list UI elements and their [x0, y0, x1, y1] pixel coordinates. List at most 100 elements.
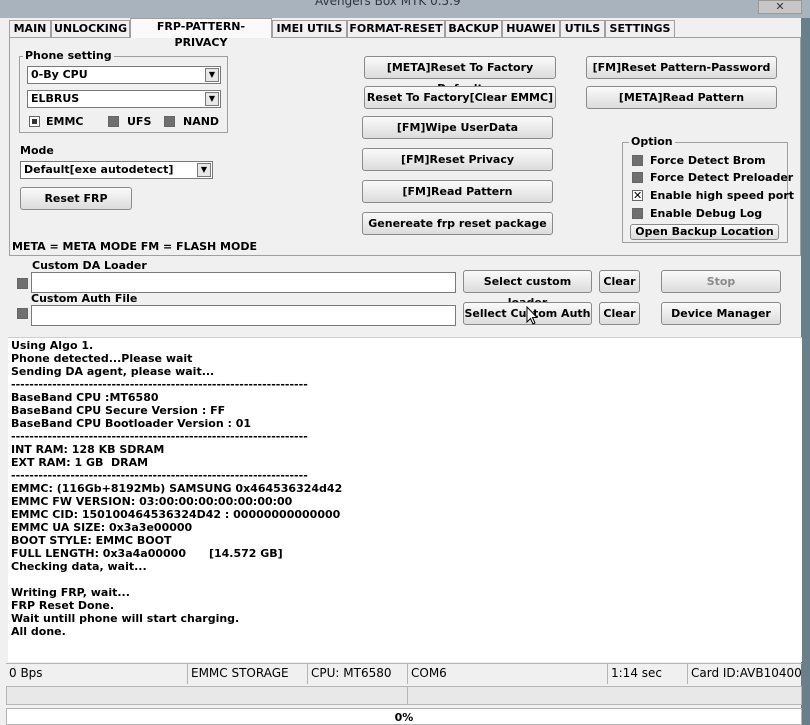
tab-format-reset[interactable]: FORMAT-RESET — [347, 20, 445, 38]
high-speed-port-checkbox[interactable]: ✕ — [632, 190, 643, 201]
status-time: 1:14 sec — [608, 664, 688, 684]
log-line: FULL LENGTH: 0x3a4a00000 [14.572 GB] — [11, 547, 283, 560]
title-bar: Avengers Box MTK 0.5.9 ✕ — [0, 0, 810, 18]
cpu-select-value: 0-By CPU — [31, 68, 88, 81]
phone-setting-label: Phone setting — [23, 49, 114, 62]
chevron-down-icon: ▼ — [205, 92, 219, 106]
reset-privacy-button[interactable]: [FM]Reset Privacy — [362, 148, 553, 171]
window-title: Avengers Box MTK 0.5.9 — [315, 0, 461, 8]
log-line: EMMC FW VERSION: 03:00:00:00:00:00:00:00 — [11, 495, 293, 508]
nand-radio[interactable] — [164, 116, 175, 127]
log-line: BOOT STYLE: EMMC BOOT — [11, 534, 172, 547]
ufs-radio[interactable] — [108, 116, 119, 127]
device-manager-button[interactable]: Device Manager — [661, 302, 781, 325]
custom-da-input[interactable] — [31, 272, 456, 293]
emmc-radio[interactable] — [29, 116, 40, 127]
option-label: Option — [629, 135, 675, 148]
meta-reset-factory-button[interactable]: [META]Reset To Factory Default — [364, 56, 556, 95]
log-line: Wait untill phone will start charging. — [11, 612, 240, 625]
model-select[interactable]: ELBRUS ▼ — [27, 90, 221, 108]
mode-select-value: Default[exe autodetect] — [24, 163, 174, 176]
custom-auth-label: Custom Auth File — [31, 292, 138, 305]
bar-divider — [407, 687, 408, 704]
log-line: ----------------------------------------… — [11, 378, 308, 391]
log-line: EMMC UA SIZE: 0x3a3e00000 — [11, 521, 193, 534]
progress-bar: 0% — [6, 708, 802, 725]
frp-panel: Phone setting 0-By CPU ▼ ELBRUS ▼ EMMC U… — [9, 37, 801, 256]
custom-auth-toggle[interactable] — [17, 308, 28, 319]
tab-main[interactable]: MAIN — [9, 20, 51, 38]
tab-utils[interactable]: UTILS — [560, 20, 605, 38]
log-line: Writing FRP, wait... — [11, 586, 130, 599]
chevron-down-icon: ▼ — [205, 68, 219, 82]
log-line: Phone detected...Please wait — [11, 352, 193, 365]
tab-imei-utils[interactable]: IMEI UTILS — [272, 20, 347, 38]
reset-pattern-password-button[interactable]: [FM]Reset Pattern-Password — [586, 56, 777, 79]
log-line: Checking data, wait... — [11, 560, 147, 573]
mouse-cursor-icon — [526, 306, 538, 325]
force-detect-preloader-label: Force Detect Preloader — [650, 171, 794, 184]
log-line: BaseBand CPU :MT6580 — [11, 391, 159, 404]
high-speed-port-label: Enable high speed port — [650, 189, 794, 202]
force-detect-brom-label: Force Detect Brom — [650, 154, 766, 167]
log-line: ----------------------------------------… — [11, 469, 308, 482]
wipe-userdata-button[interactable]: [FM]Wipe UserData — [362, 116, 553, 139]
stop-button[interactable]: Stop — [661, 270, 781, 293]
force-detect-brom-checkbox[interactable] — [632, 155, 643, 166]
mode-select[interactable]: Default[exe autodetect] ▼ — [20, 161, 213, 179]
log-line: Using Algo 1. — [11, 339, 94, 352]
clear-auth-button[interactable]: Clear — [599, 302, 640, 325]
custom-da-loader-label: Custom DA Loader — [32, 259, 147, 272]
status-port: COM6 — [408, 664, 608, 684]
log-line: All done. — [11, 625, 66, 638]
progress-text: 0% — [394, 711, 414, 724]
app-window: Avengers Box MTK 0.5.9 ✕ MAIN UNLOCKING … — [0, 0, 810, 725]
sub-progress-bars — [6, 686, 802, 705]
chevron-down-icon: ▼ — [197, 163, 211, 177]
debug-log-label: Enable Debug Log — [650, 207, 763, 220]
status-storage: EMMC STORAGE — [188, 664, 308, 684]
phone-setting-group: Phone setting 0-By CPU ▼ ELBRUS ▼ EMMC U… — [19, 49, 228, 133]
log-line: BaseBand CPU Secure Version : FF — [11, 404, 226, 417]
clear-loader-button[interactable]: Clear — [599, 270, 640, 293]
tab-frp-pattern-privacy[interactable]: FRP-PATTERN-PRIVACY — [130, 18, 272, 49]
log-line: ----------------------------------------… — [11, 430, 308, 443]
custom-auth-input[interactable] — [31, 305, 456, 326]
emmc-label: EMMC — [46, 115, 84, 128]
log-line: Sending DA agent, please wait... — [11, 365, 215, 378]
status-card-id: Card ID:AVB1040000 — [691, 666, 802, 680]
custom-da-toggle[interactable] — [17, 278, 28, 289]
debug-log-checkbox[interactable] — [632, 208, 643, 219]
mode-legend: META = META MODE FM = FLASH MODE — [12, 240, 257, 253]
reset-frp-button[interactable]: Reset FRP — [20, 187, 132, 210]
generate-frp-package-button[interactable]: Genereate frp reset package — [362, 212, 553, 235]
fm-read-pattern-button[interactable]: [FM]Read Pattern — [362, 180, 553, 203]
tab-settings[interactable]: SETTINGS — [605, 20, 675, 38]
log-line: INT RAM: 128 KB SDRAM — [11, 443, 165, 456]
cpu-select[interactable]: 0-By CPU ▼ — [27, 66, 221, 84]
log-line: FRP Reset Done. — [11, 599, 115, 612]
ufs-label: UFS — [127, 115, 152, 128]
log-output: Using Algo 1. Phone detected...Please wa… — [8, 337, 802, 662]
log-line: BaseBand CPU Bootloader Version : 01 — [11, 417, 252, 430]
tab-unlocking[interactable]: UNLOCKING — [51, 20, 130, 38]
select-custom-loader-button[interactable]: Select custom loader — [463, 270, 592, 309]
reset-factory-clear-emmc-button[interactable]: Reset To Factory[Clear EMMC] — [364, 86, 556, 109]
nand-label: NAND — [183, 115, 220, 128]
background-strip — [801, 18, 810, 725]
model-select-value: ELBRUS — [31, 92, 80, 105]
mode-label: Mode — [20, 144, 54, 157]
option-group: Option Force Detect Brom Force Detect Pr… — [622, 135, 794, 243]
status-speed: 0 Bps — [6, 664, 188, 684]
open-backup-location-button[interactable]: Open Backup Location — [630, 224, 779, 240]
log-line: EMMC: (116Gb+8192Mb) SAMSUNG 0x464536324… — [11, 482, 343, 495]
tab-huawei[interactable]: HUAWEI — [502, 20, 560, 38]
status-cpu: CPU: MT6580 — [308, 664, 408, 684]
log-line: EXT RAM: 1 GB DRAM — [11, 456, 149, 469]
log-line: EMMC CID: 150100464536324D42 : 000000000… — [11, 508, 341, 521]
tab-backup[interactable]: BACKUP — [445, 20, 502, 38]
close-icon[interactable]: ✕ — [758, 0, 802, 14]
meta-read-pattern-button[interactable]: [META]Read Pattern — [586, 86, 777, 109]
force-detect-preloader-checkbox[interactable] — [632, 172, 643, 183]
